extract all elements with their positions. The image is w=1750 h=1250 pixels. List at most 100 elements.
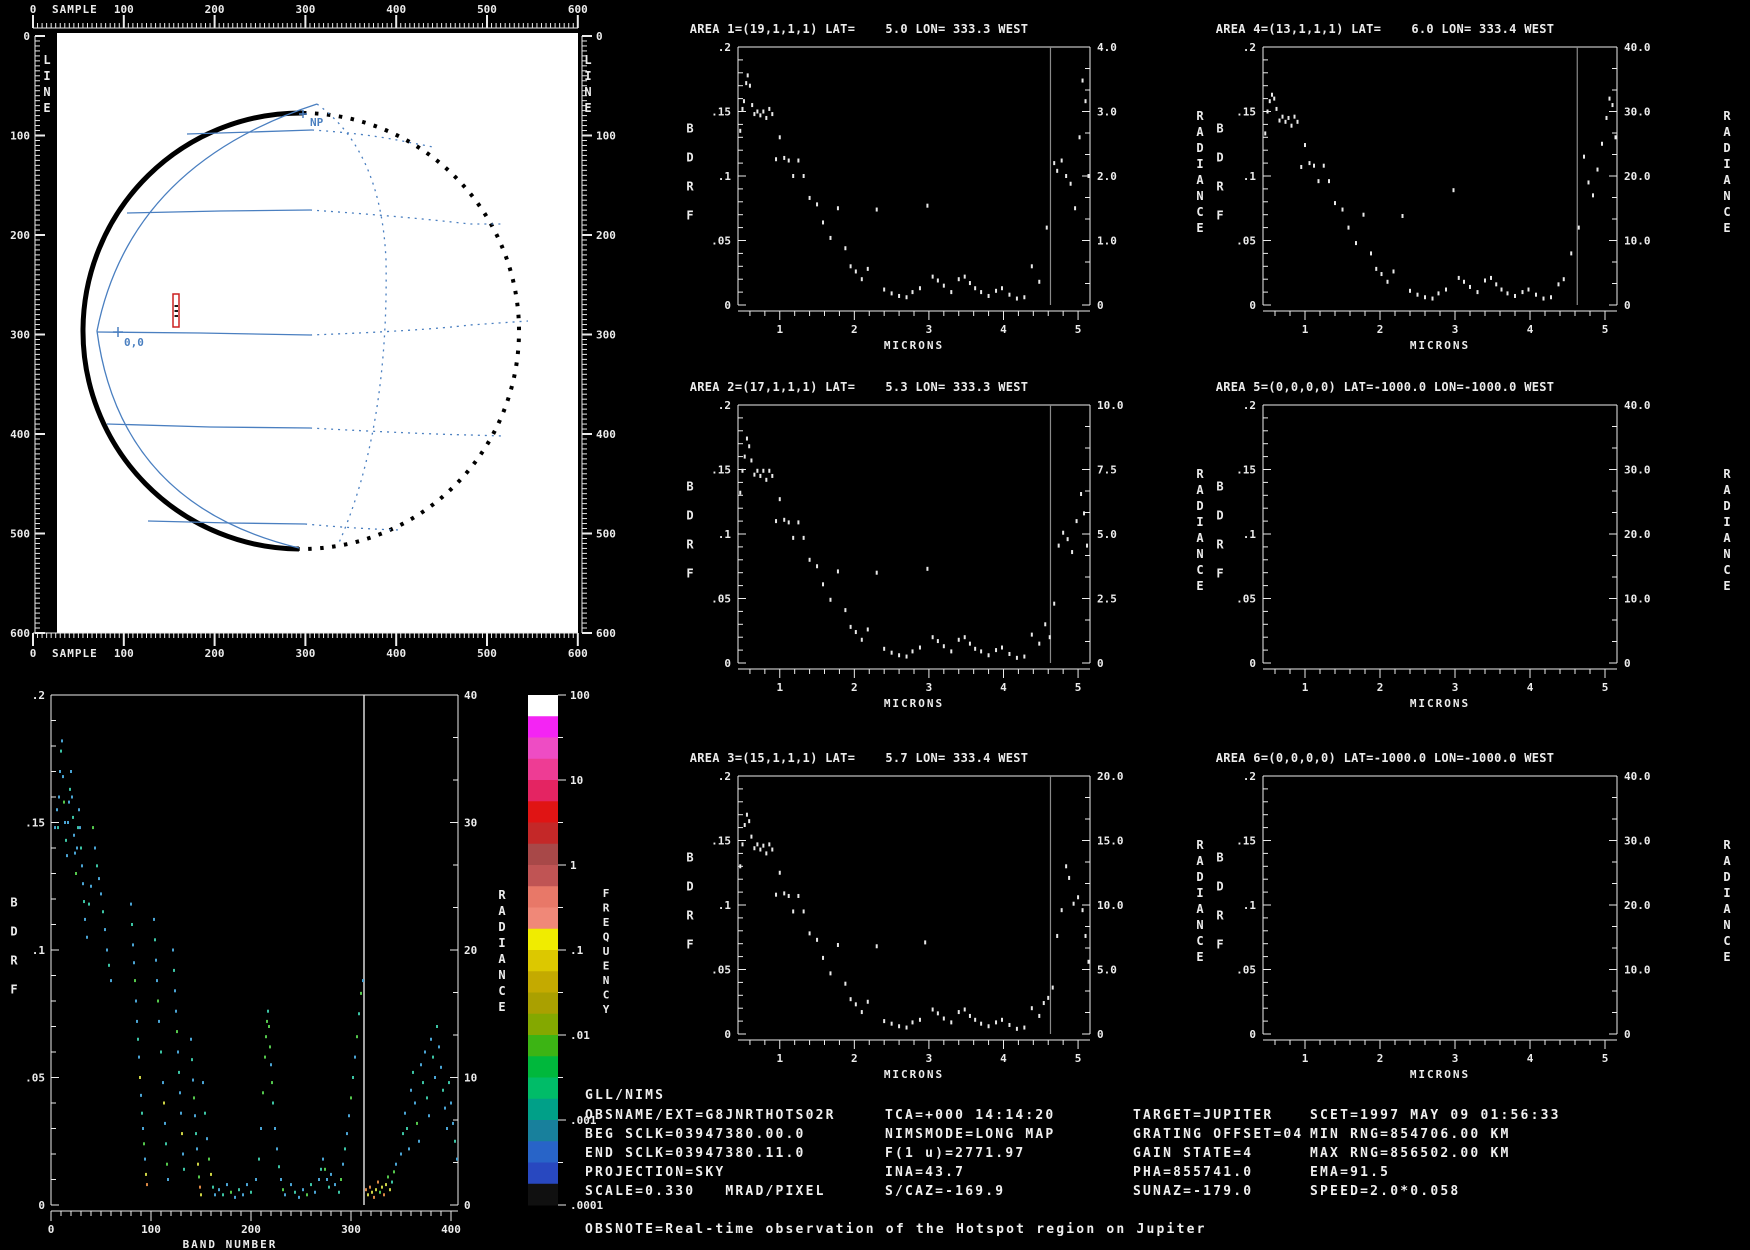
svg-text:F: F bbox=[603, 887, 610, 900]
svg-text:Q: Q bbox=[603, 931, 610, 944]
svg-text:.15: .15 bbox=[711, 106, 731, 119]
svg-text:R: R bbox=[686, 909, 694, 923]
svg-text:MICRONS: MICRONS bbox=[1410, 339, 1470, 352]
svg-text:.15: .15 bbox=[25, 817, 45, 830]
svg-text:10: 10 bbox=[570, 774, 583, 787]
svg-text:2: 2 bbox=[1377, 323, 1384, 336]
svg-text:0: 0 bbox=[30, 3, 37, 16]
svg-text:A: A bbox=[1196, 483, 1204, 497]
svg-text:30: 30 bbox=[464, 817, 477, 830]
svg-text:D: D bbox=[1723, 870, 1730, 884]
svg-text:1: 1 bbox=[776, 1052, 783, 1065]
svg-text:D: D bbox=[498, 920, 505, 934]
svg-text:B: B bbox=[1216, 480, 1223, 494]
svg-text:C: C bbox=[1196, 205, 1203, 219]
gain-state-field: GAIN STATE=4 bbox=[1133, 1146, 1254, 1161]
svg-text:A: A bbox=[1723, 902, 1731, 916]
svg-text:E: E bbox=[498, 1000, 505, 1014]
spectrum-points bbox=[739, 812, 1090, 1031]
svg-text:R: R bbox=[1196, 109, 1204, 123]
spectrum-points bbox=[1264, 92, 1617, 301]
svg-text:2: 2 bbox=[851, 323, 858, 336]
svg-text:N: N bbox=[43, 85, 50, 99]
svg-text:D: D bbox=[686, 509, 693, 523]
svg-text:600: 600 bbox=[10, 627, 30, 640]
svg-text:.1: .1 bbox=[32, 944, 46, 957]
svg-text:4: 4 bbox=[1527, 1052, 1534, 1065]
svg-text:A: A bbox=[1196, 531, 1204, 545]
svg-text:2: 2 bbox=[851, 681, 858, 694]
svg-text:1: 1 bbox=[1302, 1052, 1309, 1065]
svg-text:D: D bbox=[1216, 509, 1223, 523]
svg-text:B: B bbox=[686, 851, 693, 865]
metadata-line: BEG SCLK=03947380.00.0 NIMSMODE=LONG MAP… bbox=[0, 1127, 1750, 1145]
svg-text:.01: .01 bbox=[570, 1029, 590, 1042]
svg-text:.1: .1 bbox=[1243, 899, 1257, 912]
speed-field: SPEED=2.0*0.058 bbox=[1310, 1184, 1461, 1199]
svg-text:0: 0 bbox=[1624, 1028, 1631, 1041]
svg-text:R: R bbox=[686, 180, 694, 194]
svg-text:3.0: 3.0 bbox=[1097, 106, 1117, 119]
svg-text:R: R bbox=[1196, 467, 1204, 481]
spectrum-panel-area-6: AREA 6=(0,0,0,0) LAT=-1000.0 LON=-1000.0… bbox=[1216, 751, 1732, 1081]
svg-text:400: 400 bbox=[386, 3, 406, 16]
metadata-note-line: OBSNOTE=Real-time observation of the Hot… bbox=[0, 1222, 1750, 1240]
svg-text:AREA 3=(15,1,1,1) LAT= 5.7: AREA 3=(15,1,1,1) LAT= 5.7 LON= 333.4 WE… bbox=[690, 751, 1029, 765]
spectrum-panel-area-4: AREA 4=(13,1,1,1) LAT= 6.0 LON= 333.4 WE… bbox=[1216, 22, 1732, 352]
svg-text:R: R bbox=[1216, 180, 1224, 194]
svg-text:40.0: 40.0 bbox=[1624, 41, 1651, 54]
svg-text:0: 0 bbox=[1097, 1028, 1104, 1041]
svg-text:0: 0 bbox=[1249, 657, 1256, 670]
svg-text:N: N bbox=[1196, 918, 1203, 932]
svg-text:D: D bbox=[1196, 870, 1203, 884]
svg-text:4.0: 4.0 bbox=[1097, 41, 1117, 54]
svg-text:I: I bbox=[1196, 886, 1203, 900]
svg-text:.1: .1 bbox=[718, 170, 732, 183]
svg-text:C: C bbox=[1723, 205, 1730, 219]
svg-text:R: R bbox=[1723, 467, 1731, 481]
svg-text:.15: .15 bbox=[711, 464, 731, 477]
svg-text:R: R bbox=[1723, 109, 1731, 123]
svg-text:1: 1 bbox=[776, 681, 783, 694]
target-field: TARGET=JUPITER bbox=[1133, 1108, 1274, 1123]
svg-text:R: R bbox=[1216, 909, 1224, 923]
ina-field: INA=43.7 bbox=[885, 1165, 966, 1180]
svg-text:2: 2 bbox=[1377, 681, 1384, 694]
projection-field: PROJECTION=SKY bbox=[585, 1165, 726, 1180]
svg-text:3: 3 bbox=[926, 681, 933, 694]
svg-text:D: D bbox=[1196, 499, 1203, 513]
svg-text:F: F bbox=[10, 983, 17, 997]
svg-text:15.0: 15.0 bbox=[1097, 835, 1124, 848]
svg-text:.1: .1 bbox=[718, 899, 732, 912]
svg-text:E: E bbox=[603, 960, 610, 973]
svg-text:R: R bbox=[10, 954, 18, 968]
svg-text:300: 300 bbox=[295, 3, 315, 16]
svg-text:2.5: 2.5 bbox=[1097, 593, 1117, 606]
svg-text:E: E bbox=[1196, 950, 1203, 964]
sunaz-field: SUNAZ=-179.0 bbox=[1133, 1184, 1254, 1199]
svg-text:D: D bbox=[1723, 499, 1730, 513]
svg-text:I: I bbox=[1196, 515, 1203, 529]
svg-text:SAMPLE: SAMPLE bbox=[52, 3, 98, 16]
svg-text:N: N bbox=[1723, 547, 1730, 561]
svg-text:A: A bbox=[1196, 854, 1204, 868]
svg-text:NP: NP bbox=[310, 116, 324, 129]
svg-text:N: N bbox=[1196, 189, 1203, 203]
svg-text:R: R bbox=[686, 538, 694, 552]
svg-text:E: E bbox=[1196, 221, 1203, 235]
svg-text:C: C bbox=[1196, 934, 1203, 948]
svg-text:.2: .2 bbox=[718, 770, 731, 783]
svg-text:E: E bbox=[584, 101, 591, 115]
pha-field: PHA=855741.0 bbox=[1133, 1165, 1254, 1180]
svg-text:200: 200 bbox=[10, 229, 30, 242]
svg-text:F: F bbox=[686, 567, 693, 581]
svg-text:E: E bbox=[43, 101, 50, 115]
svg-text:C: C bbox=[1723, 934, 1730, 948]
svg-text:N: N bbox=[1723, 918, 1730, 932]
metadata-line: OBSNAME/EXT=G8JNRTHOTS02R TCA=+000 14:14… bbox=[0, 1108, 1750, 1126]
svg-text:7.5: 7.5 bbox=[1097, 464, 1117, 477]
obsname-field: OBSNAME/EXT=G8JNRTHOTS02R bbox=[585, 1108, 836, 1123]
svg-text:300: 300 bbox=[10, 329, 30, 342]
svg-text:5: 5 bbox=[1602, 1052, 1609, 1065]
svg-text:A: A bbox=[1196, 125, 1204, 139]
